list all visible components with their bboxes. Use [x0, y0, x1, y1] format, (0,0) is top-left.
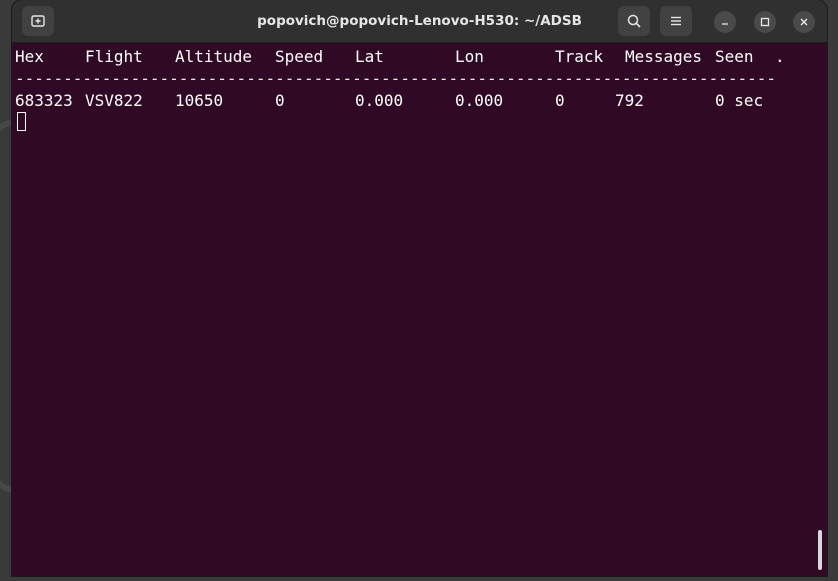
- cell-lat: 0.000: [355, 91, 404, 110]
- column-header-altitude: Altitude: [175, 47, 253, 66]
- table-header: Hex Flight Altitude Speed Lat Lon Track …: [15, 47, 785, 67]
- column-header-speed: Speed: [275, 47, 324, 66]
- column-header-flight: Flight: [85, 47, 143, 66]
- maximize-icon: [760, 17, 770, 27]
- cell-altitude: 10650: [175, 91, 224, 110]
- close-button[interactable]: [793, 11, 815, 33]
- cell-seen: 0 sec: [715, 91, 764, 110]
- cell-hex: 683323: [15, 91, 73, 110]
- column-header-dot: .: [775, 47, 785, 66]
- text-cursor: [17, 112, 26, 131]
- column-header-track: Track: [555, 47, 604, 66]
- terminal-window: popovich@popovich-Lenovo-H530: ~/ADSB He…: [12, 0, 827, 576]
- hamburger-menu-icon: [671, 16, 681, 26]
- search-button[interactable]: [618, 6, 650, 36]
- menu-button[interactable]: [660, 6, 692, 36]
- column-header-messages: Messages: [625, 47, 703, 66]
- column-header-seen: Seen: [715, 47, 754, 66]
- table-row: 683323 VSV822 10650 0 0.000 0.000 0 792 …: [15, 91, 763, 111]
- terminal-output[interactable]: Hex Flight Altitude Speed Lat Lon Track …: [15, 44, 820, 574]
- column-header-hex: Hex: [15, 47, 44, 66]
- cell-lon: 0.000: [455, 91, 504, 110]
- minimize-icon: [722, 23, 728, 25]
- minimize-button[interactable]: [714, 11, 736, 33]
- table-separator: ----------------------------------------…: [15, 69, 776, 88]
- scrollbar[interactable]: [818, 530, 822, 570]
- cell-track: 0: [555, 91, 565, 110]
- titlebar: popovich@popovich-Lenovo-H530: ~/ADSB: [12, 0, 827, 43]
- cell-speed: 0: [275, 91, 285, 110]
- cell-messages: 792: [615, 91, 644, 110]
- window-title: popovich@popovich-Lenovo-H530: ~/ADSB: [257, 13, 582, 29]
- column-header-lon: Lon: [455, 47, 484, 66]
- search-icon: [627, 14, 641, 28]
- maximize-button[interactable]: [754, 11, 776, 33]
- cell-flight: VSV822: [85, 91, 143, 110]
- close-icon: [800, 18, 808, 26]
- column-header-lat: Lat: [355, 47, 384, 66]
